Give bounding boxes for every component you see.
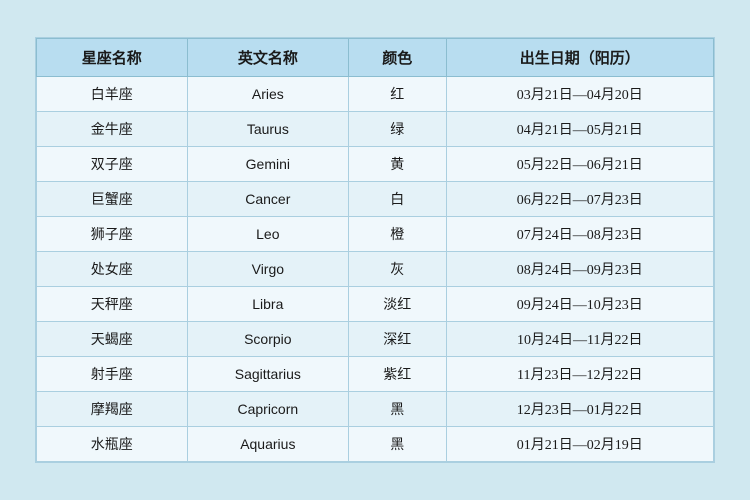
cell-dates: 12月23日—01月22日 (446, 392, 713, 427)
table-header-row: 星座名称 英文名称 颜色 出生日期（阳历） (37, 39, 714, 77)
cell-chinese: 白羊座 (37, 77, 188, 112)
cell-dates: 08月24日—09月23日 (446, 252, 713, 287)
cell-chinese: 巨蟹座 (37, 182, 188, 217)
col-header-chinese: 星座名称 (37, 39, 188, 77)
cell-color: 紫红 (349, 357, 446, 392)
cell-dates: 04月21日—05月21日 (446, 112, 713, 147)
table-row: 射手座Sagittarius紫红11月23日—12月22日 (37, 357, 714, 392)
cell-dates: 01月21日—02月19日 (446, 427, 713, 462)
cell-dates: 09月24日—10月23日 (446, 287, 713, 322)
cell-dates: 07月24日—08月23日 (446, 217, 713, 252)
cell-chinese: 狮子座 (37, 217, 188, 252)
cell-chinese: 天秤座 (37, 287, 188, 322)
cell-color: 灰 (349, 252, 446, 287)
cell-chinese: 双子座 (37, 147, 188, 182)
table-row: 处女座Virgo灰08月24日—09月23日 (37, 252, 714, 287)
table-row: 双子座Gemini黄05月22日—06月21日 (37, 147, 714, 182)
table-row: 巨蟹座Cancer白06月22日—07月23日 (37, 182, 714, 217)
cell-english: Taurus (187, 112, 348, 147)
table-row: 天蝎座Scorpio深红10月24日—11月22日 (37, 322, 714, 357)
table-row: 金牛座Taurus绿04月21日—05月21日 (37, 112, 714, 147)
cell-color: 黑 (349, 392, 446, 427)
zodiac-table: 星座名称 英文名称 颜色 出生日期（阳历） 白羊座Aries红03月21日—04… (36, 38, 714, 462)
cell-color: 绿 (349, 112, 446, 147)
col-header-english: 英文名称 (187, 39, 348, 77)
cell-chinese: 天蝎座 (37, 322, 188, 357)
cell-dates: 03月21日—04月20日 (446, 77, 713, 112)
cell-chinese: 摩羯座 (37, 392, 188, 427)
col-header-dates: 出生日期（阳历） (446, 39, 713, 77)
cell-chinese: 处女座 (37, 252, 188, 287)
cell-english: Libra (187, 287, 348, 322)
zodiac-table-container: 星座名称 英文名称 颜色 出生日期（阳历） 白羊座Aries红03月21日—04… (35, 37, 715, 463)
table-row: 狮子座Leo橙07月24日—08月23日 (37, 217, 714, 252)
table-row: 水瓶座Aquarius黑01月21日—02月19日 (37, 427, 714, 462)
col-header-color: 颜色 (349, 39, 446, 77)
cell-dates: 05月22日—06月21日 (446, 147, 713, 182)
cell-english: Cancer (187, 182, 348, 217)
cell-color: 红 (349, 77, 446, 112)
cell-english: Capricorn (187, 392, 348, 427)
cell-english: Scorpio (187, 322, 348, 357)
table-body: 白羊座Aries红03月21日—04月20日金牛座Taurus绿04月21日—0… (37, 77, 714, 462)
cell-english: Sagittarius (187, 357, 348, 392)
cell-dates: 06月22日—07月23日 (446, 182, 713, 217)
cell-english: Aries (187, 77, 348, 112)
cell-chinese: 金牛座 (37, 112, 188, 147)
cell-dates: 11月23日—12月22日 (446, 357, 713, 392)
cell-color: 淡红 (349, 287, 446, 322)
table-row: 白羊座Aries红03月21日—04月20日 (37, 77, 714, 112)
cell-english: Virgo (187, 252, 348, 287)
table-row: 摩羯座Capricorn黑12月23日—01月22日 (37, 392, 714, 427)
cell-color: 橙 (349, 217, 446, 252)
cell-chinese: 水瓶座 (37, 427, 188, 462)
cell-english: Gemini (187, 147, 348, 182)
cell-color: 深红 (349, 322, 446, 357)
cell-color: 黄 (349, 147, 446, 182)
table-row: 天秤座Libra淡红09月24日—10月23日 (37, 287, 714, 322)
cell-dates: 10月24日—11月22日 (446, 322, 713, 357)
cell-color: 白 (349, 182, 446, 217)
cell-color: 黑 (349, 427, 446, 462)
cell-english: Leo (187, 217, 348, 252)
cell-chinese: 射手座 (37, 357, 188, 392)
cell-english: Aquarius (187, 427, 348, 462)
